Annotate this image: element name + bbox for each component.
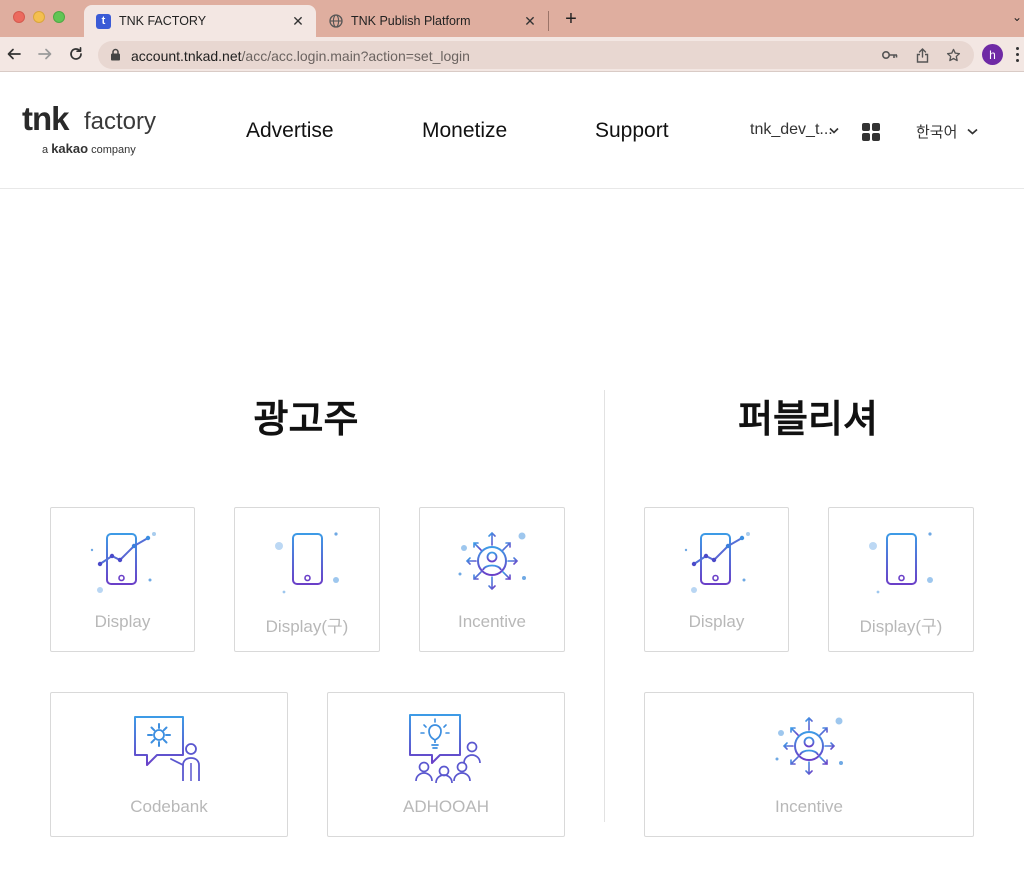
key-icon[interactable] [882,47,898,63]
browser-tab-strip: t TNK FACTORY ✕ TNK Publish Platform ✕ +… [0,0,1024,37]
site-header: tnk factory a kakao company Advertise Mo… [0,73,1024,189]
chevron-down-icon [829,127,839,134]
user-menu[interactable]: tnk_dev_t... [750,121,839,139]
publisher-display-card[interactable]: Display [644,507,789,652]
user-name: tnk_dev_t... [750,121,833,138]
language-selector[interactable]: 한국어 [916,121,978,142]
url-text[interactable]: account.tnkad.net/acc/acc.login.main?act… [131,48,470,64]
reload-icon[interactable] [67,45,85,63]
tnk-favicon-icon: t [96,13,111,29]
lock-icon[interactable] [110,48,121,66]
close-tab-icon[interactable]: ✕ [522,13,538,29]
card-label: Display [688,612,745,631]
phone-icon [270,528,344,598]
browser-tab-publish-platform[interactable]: TNK Publish Platform ✕ [318,5,548,37]
logo-tnk-text: tnk [22,100,69,137]
card-label: Incentive [457,612,527,631]
phone-chart-icon [680,528,754,598]
forward-arrow-icon[interactable] [36,45,54,63]
publisher-display-old-card[interactable]: Display(구) [828,507,974,652]
tab-separator [548,11,549,31]
window-close-button[interactable] [13,11,25,23]
window-minimize-button[interactable] [33,11,45,23]
bookmark-star-icon[interactable] [945,47,961,63]
publisher-incentive-card[interactable]: Incentive [644,692,974,837]
card-label: Codebank [130,797,208,816]
globe-icon [328,14,343,29]
phone-chart-icon [86,528,160,598]
advertiser-display-old-card[interactable]: Display(구) [234,507,380,652]
tab-title: TNK Publish Platform [351,14,471,28]
advertiser-incentive-card[interactable]: Incentive [419,507,565,652]
logo-factory-text: factory [84,108,157,135]
tab-title: TNK FACTORY [119,14,207,28]
phone-icon [864,528,938,598]
card-label: Display [94,612,151,631]
idea-group-icon [406,713,486,783]
share-icon[interactable] [914,47,930,63]
close-tab-icon[interactable]: ✕ [290,13,306,29]
logo-kakao-tagline: a kakao company [42,141,136,156]
presenter-gear-icon [129,713,209,783]
chevron-down-icon [967,128,978,135]
nav-advertise-link[interactable]: Advertise [246,119,334,143]
tab-search-chevron-icon[interactable]: ⌄ [1012,10,1022,24]
user-arrows-icon [769,713,849,783]
advertiser-display-card[interactable]: Display [50,507,195,652]
card-label: Display(구) [859,617,943,636]
advertiser-section-title: 광고주 [253,399,359,441]
window-zoom-button[interactable] [53,11,65,23]
advertiser-adhooah-card[interactable]: ADHOOAH [327,692,565,837]
advertiser-codebank-card[interactable]: Codebank [50,692,288,837]
nav-support-link[interactable]: Support [595,119,669,143]
new-tab-button[interactable]: + [560,9,582,31]
tnk-factory-logo[interactable]: tnk factory a kakao company [22,100,167,159]
apps-grid-icon[interactable] [862,123,880,141]
card-label: Display(구) [265,617,349,636]
section-divider [604,390,605,822]
language-label: 한국어 [916,124,958,141]
card-label: Incentive [774,797,844,816]
user-arrows-icon [452,528,532,598]
profile-avatar[interactable]: h [982,44,1003,65]
card-label: ADHOOAH [403,797,489,816]
browser-toolbar: account.tnkad.net/acc/acc.login.main?act… [0,37,1024,72]
back-arrow-icon[interactable] [5,45,23,63]
address-bar[interactable]: account.tnkad.net/acc/acc.login.main?act… [98,41,974,69]
browser-menu-icon[interactable] [1016,47,1020,65]
browser-tab-tnk-factory[interactable]: t TNK FACTORY ✕ [84,5,316,37]
nav-monetize-link[interactable]: Monetize [422,119,507,143]
publisher-section-title: 퍼블리셔 [738,399,878,441]
